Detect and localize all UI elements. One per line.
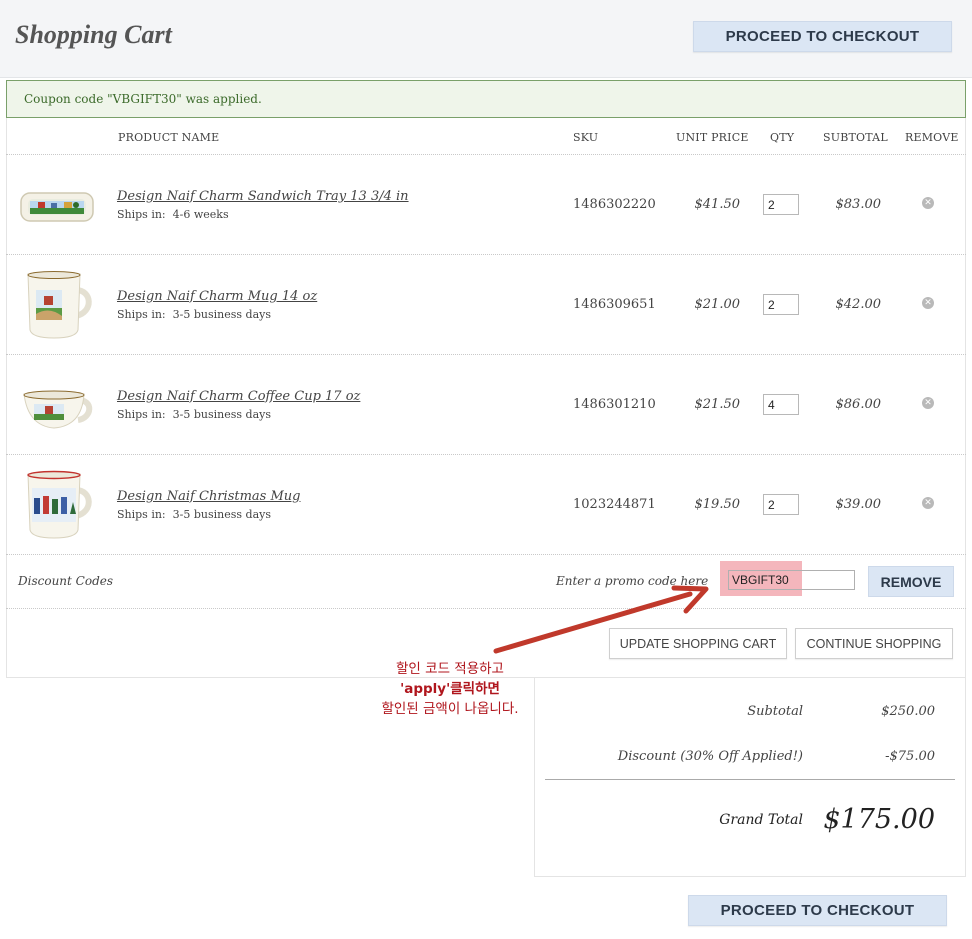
annotation-line: 'apply'클릭하면: [400, 681, 500, 697]
unit-price: $21.00: [694, 297, 741, 312]
cart-row: Design Naif Christmas Mug Ships in: 3-5 …: [6, 455, 966, 555]
promo-code-label: Enter a promo code here: [556, 574, 709, 588]
proceed-to-checkout-button-top[interactable]: PROCEED TO CHECKOUT: [693, 21, 952, 52]
row-subtotal: $86.00: [835, 397, 882, 412]
grand-total-value: $175.00: [823, 804, 935, 835]
column-header-subtotal: SUBTOTAL: [823, 131, 888, 144]
remove-x-icon[interactable]: ✕: [922, 197, 934, 209]
quantity-input[interactable]: [763, 194, 799, 215]
subtotal-value: $250.00: [881, 704, 935, 719]
discount-codes-label: Discount Codes: [18, 574, 114, 588]
mug-product-image[interactable]: [18, 266, 96, 344]
unit-price: $41.50: [694, 197, 741, 212]
row-divider: [6, 608, 966, 609]
quantity-input[interactable]: [763, 294, 799, 315]
product-name-link[interactable]: Design Naif Christmas Mug: [117, 489, 300, 504]
product-sku: 1486301210: [573, 397, 656, 412]
cart-row: Design Naif Charm Coffee Cup 17 oz Ships…: [6, 355, 966, 455]
promo-code-input[interactable]: VBGIFT30: [728, 570, 855, 590]
row-subtotal: $39.00: [835, 497, 882, 512]
cart-row: Design Naif Charm Mug 14 oz Ships in: 3-…: [6, 255, 966, 355]
row-subtotal: $83.00: [835, 197, 882, 212]
quantity-input[interactable]: [763, 494, 799, 515]
page-title: Shopping Cart: [15, 20, 172, 49]
column-header-remove: REMOVE: [905, 131, 959, 144]
remove-x-icon[interactable]: ✕: [922, 497, 934, 509]
row-subtotal: $42.00: [835, 297, 882, 312]
grand-total-label: Grand Total: [719, 812, 803, 828]
shipping-info: Ships in: 3-5 business days: [117, 308, 271, 321]
product-sku: 1486302220: [573, 197, 656, 212]
discount-value: -$75.00: [885, 749, 935, 764]
shipping-info: Ships in: 3-5 business days: [117, 508, 271, 521]
subtotal-label: Subtotal: [747, 704, 803, 719]
cart-row: Design Naif Charm Sandwich Tray 13 3/4 i…: [6, 155, 966, 255]
column-header-product-name: PRODUCT NAME: [118, 131, 220, 144]
proceed-to-checkout-button-bottom[interactable]: PROCEED TO CHECKOUT: [688, 895, 947, 926]
coupon-applied-notice: Coupon code "VBGIFT30" was applied.: [6, 80, 966, 118]
annotation-line: 할인 코드 적용하고: [396, 661, 504, 677]
column-header-unit-price: UNIT PRICE: [676, 131, 749, 144]
update-shopping-cart-button[interactable]: UPDATE SHOPPING CART: [609, 628, 787, 659]
continue-shopping-button[interactable]: CONTINUE SHOPPING: [795, 628, 953, 659]
product-name-link[interactable]: Design Naif Charm Mug 14 oz: [117, 289, 317, 304]
remove-x-icon[interactable]: ✕: [922, 297, 934, 309]
christmas-mug-product-image[interactable]: [18, 466, 96, 544]
totals-divider: [545, 779, 955, 780]
column-header-qty: QTY: [770, 131, 795, 144]
remove-promo-button[interactable]: REMOVE: [868, 566, 954, 597]
product-name-link[interactable]: Design Naif Charm Coffee Cup 17 oz: [117, 389, 360, 404]
column-header-sku: SKU: [573, 131, 599, 144]
unit-price: $21.50: [694, 397, 741, 412]
product-sku: 1486309651: [573, 297, 656, 312]
remove-x-icon[interactable]: ✕: [922, 397, 934, 409]
unit-price: $19.50: [694, 497, 741, 512]
quantity-input[interactable]: [763, 394, 799, 415]
annotation-note: 할인 코드 적용하고 'apply'클릭하면 할인된 금액이 나옵니다.: [340, 659, 560, 719]
annotation-line: 할인된 금액이 나옵니다.: [381, 701, 519, 717]
shipping-info: Ships in: 3-5 business days: [117, 408, 271, 421]
sandwich-tray-product-image[interactable]: [18, 167, 96, 245]
discount-label: Discount (30% Off Applied!): [617, 749, 803, 764]
coffee-cup-product-image[interactable]: [18, 366, 96, 444]
product-name-link[interactable]: Design Naif Charm Sandwich Tray 13 3/4 i…: [117, 189, 409, 204]
product-sku: 1023244871: [573, 497, 656, 512]
shipping-info: Ships in: 4-6 weeks: [117, 208, 229, 221]
